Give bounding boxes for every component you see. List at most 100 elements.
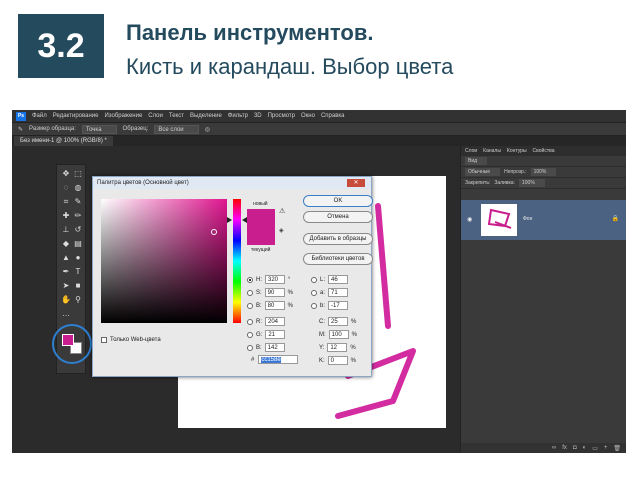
samples-label: Образец: [122, 126, 149, 132]
color-libraries-button[interactable]: Библиотеки цветов [303, 253, 373, 265]
hex-input[interactable]: cc158e [258, 355, 299, 364]
g-radio[interactable] [247, 331, 253, 338]
s-input[interactable]: 90 [264, 288, 285, 297]
blend-mode-select[interactable]: Обычные [465, 168, 501, 176]
h-radio[interactable] [247, 276, 253, 283]
m-input[interactable]: 100 [328, 330, 349, 339]
tab-paths[interactable]: Контуры [507, 148, 527, 154]
brush-tool-icon[interactable]: ✏ [73, 211, 83, 221]
shape-tool-icon[interactable]: ■ [73, 281, 83, 291]
opacity-label: Непрозр.: [504, 169, 527, 175]
menu-select[interactable]: Выделение [190, 113, 222, 119]
sample-size-select[interactable]: Точка [81, 124, 117, 134]
photoshop-window: Ps Файл Редактирование Изображение Слои … [12, 110, 626, 453]
healing-tool-icon[interactable]: ✚ [61, 211, 71, 221]
close-icon[interactable]: ✕ [347, 179, 365, 187]
document-tab[interactable]: Без имени-1 @ 100% (RGB/8) * [14, 136, 113, 146]
fx-icon[interactable]: fx [562, 445, 567, 451]
k-input[interactable]: 0 [327, 356, 348, 365]
layer-filter-select[interactable]: Вид [465, 157, 488, 165]
samples-select[interactable]: Все слои [154, 124, 199, 134]
move-tool-icon[interactable]: ✥ [61, 169, 71, 179]
type-tool-icon[interactable]: T [73, 267, 83, 277]
tab-layers[interactable]: Слои [465, 148, 477, 154]
marquee-tool-icon[interactable]: ⬚ [73, 169, 83, 179]
brightness-radio[interactable] [247, 302, 253, 309]
ring-icon[interactable]: ◎ [205, 126, 210, 133]
menu-file[interactable]: Файл [32, 113, 47, 119]
lab-b-input[interactable]: -17 [328, 301, 349, 310]
l-label: L: [320, 276, 326, 283]
l-radio[interactable] [311, 276, 317, 283]
link-icon[interactable]: ∞ [552, 445, 556, 451]
menu-filter[interactable]: Фильтр [228, 113, 248, 119]
add-to-swatches-button[interactable]: Добавить в образцы [303, 233, 373, 245]
web-safe-icon[interactable]: ◈ [279, 227, 284, 234]
eyedropper-tool-icon[interactable]: ✎ [73, 197, 83, 207]
h-input[interactable]: 320 [265, 275, 285, 284]
adjustment-icon[interactable]: ◐ [583, 445, 587, 451]
blue-input[interactable]: 142 [264, 343, 285, 352]
gradient-tool-icon[interactable]: ▤ [73, 239, 83, 249]
eraser-tool-icon[interactable]: ◆ [61, 239, 71, 249]
hue-marker-left[interactable] [227, 217, 232, 223]
blue-radio[interactable] [247, 344, 253, 351]
menu-3d[interactable]: 3D [254, 113, 262, 119]
hue-slider[interactable] [233, 199, 241, 323]
lab-b-radio[interactable] [311, 302, 317, 309]
menu-window[interactable]: Окно [301, 113, 315, 119]
eye-icon[interactable]: ◉ [467, 216, 472, 223]
trash-icon[interactable]: 🗑 [613, 445, 621, 452]
hand-tool-icon[interactable]: ✋ [61, 295, 71, 305]
web-only-checkbox[interactable] [101, 337, 107, 343]
r-input[interactable]: 204 [265, 317, 285, 326]
blend-row: Обычные Непрозр.: 100% [461, 167, 626, 178]
gamut-warning-icon[interactable]: ⚠ [279, 207, 285, 215]
tab-channels[interactable]: Каналы [483, 148, 501, 154]
l-input[interactable]: 46 [328, 275, 349, 284]
color-cursor[interactable] [211, 229, 217, 235]
saturation-field[interactable] [101, 199, 227, 323]
menu-image[interactable]: Изображение [104, 113, 142, 119]
eyedropper-icon[interactable]: ✎ [18, 126, 23, 133]
current-color-swatch[interactable] [247, 227, 275, 245]
ok-button[interactable]: OK [303, 195, 373, 207]
history-brush-icon[interactable]: ↺ [73, 225, 83, 235]
menu-view[interactable]: Просмотр [268, 113, 295, 119]
lasso-tool-icon[interactable]: ◌ [61, 183, 71, 193]
brightness-field: B: 80 % [247, 301, 293, 310]
cancel-button[interactable]: Отмена [303, 211, 373, 223]
web-only-option[interactable]: Только Web-цвета [101, 337, 161, 343]
s-radio[interactable] [247, 289, 253, 296]
crop-tool-icon[interactable]: ⌗ [61, 197, 71, 207]
m-field: M: 100 % [319, 330, 357, 339]
foreground-color-swatch[interactable] [62, 334, 74, 346]
menu-edit[interactable]: Редактирование [53, 113, 99, 119]
r-radio[interactable] [247, 318, 253, 325]
dodge-tool-icon[interactable]: ● [73, 253, 83, 263]
fill-input[interactable]: 100% [518, 179, 545, 187]
pen-tool-icon[interactable]: ✒ [61, 267, 71, 277]
path-select-icon[interactable]: ➤ [61, 281, 71, 291]
a-radio[interactable] [311, 289, 317, 296]
c-input[interactable]: 25 [328, 317, 348, 326]
y-input[interactable]: 12 [327, 343, 348, 352]
menu-layers[interactable]: Слои [148, 113, 163, 119]
folder-icon[interactable]: ▭ [592, 445, 598, 452]
menu-text[interactable]: Текст [169, 113, 184, 119]
more-tools-icon[interactable]: … [61, 309, 71, 319]
tab-properties[interactable]: Свойства [533, 148, 555, 154]
c-field: C: 25 % [319, 317, 356, 326]
menu-help[interactable]: Справка [321, 113, 345, 119]
g-input[interactable]: 21 [265, 330, 286, 339]
quick-select-icon[interactable]: ◍ [73, 183, 83, 193]
mask-icon[interactable]: ◘ [573, 445, 577, 451]
a-input[interactable]: 71 [328, 288, 349, 297]
brightness-input[interactable]: 80 [264, 301, 285, 310]
blur-tool-icon[interactable]: ▲ [61, 253, 71, 263]
opacity-input[interactable]: 100% [530, 168, 557, 176]
stamp-tool-icon[interactable]: ⊥ [61, 225, 71, 235]
layer-row[interactable]: ◉ Фон 🔒 [461, 200, 626, 240]
zoom-tool-icon[interactable]: ⚲ [73, 295, 83, 305]
new-layer-icon[interactable]: + [604, 445, 608, 451]
